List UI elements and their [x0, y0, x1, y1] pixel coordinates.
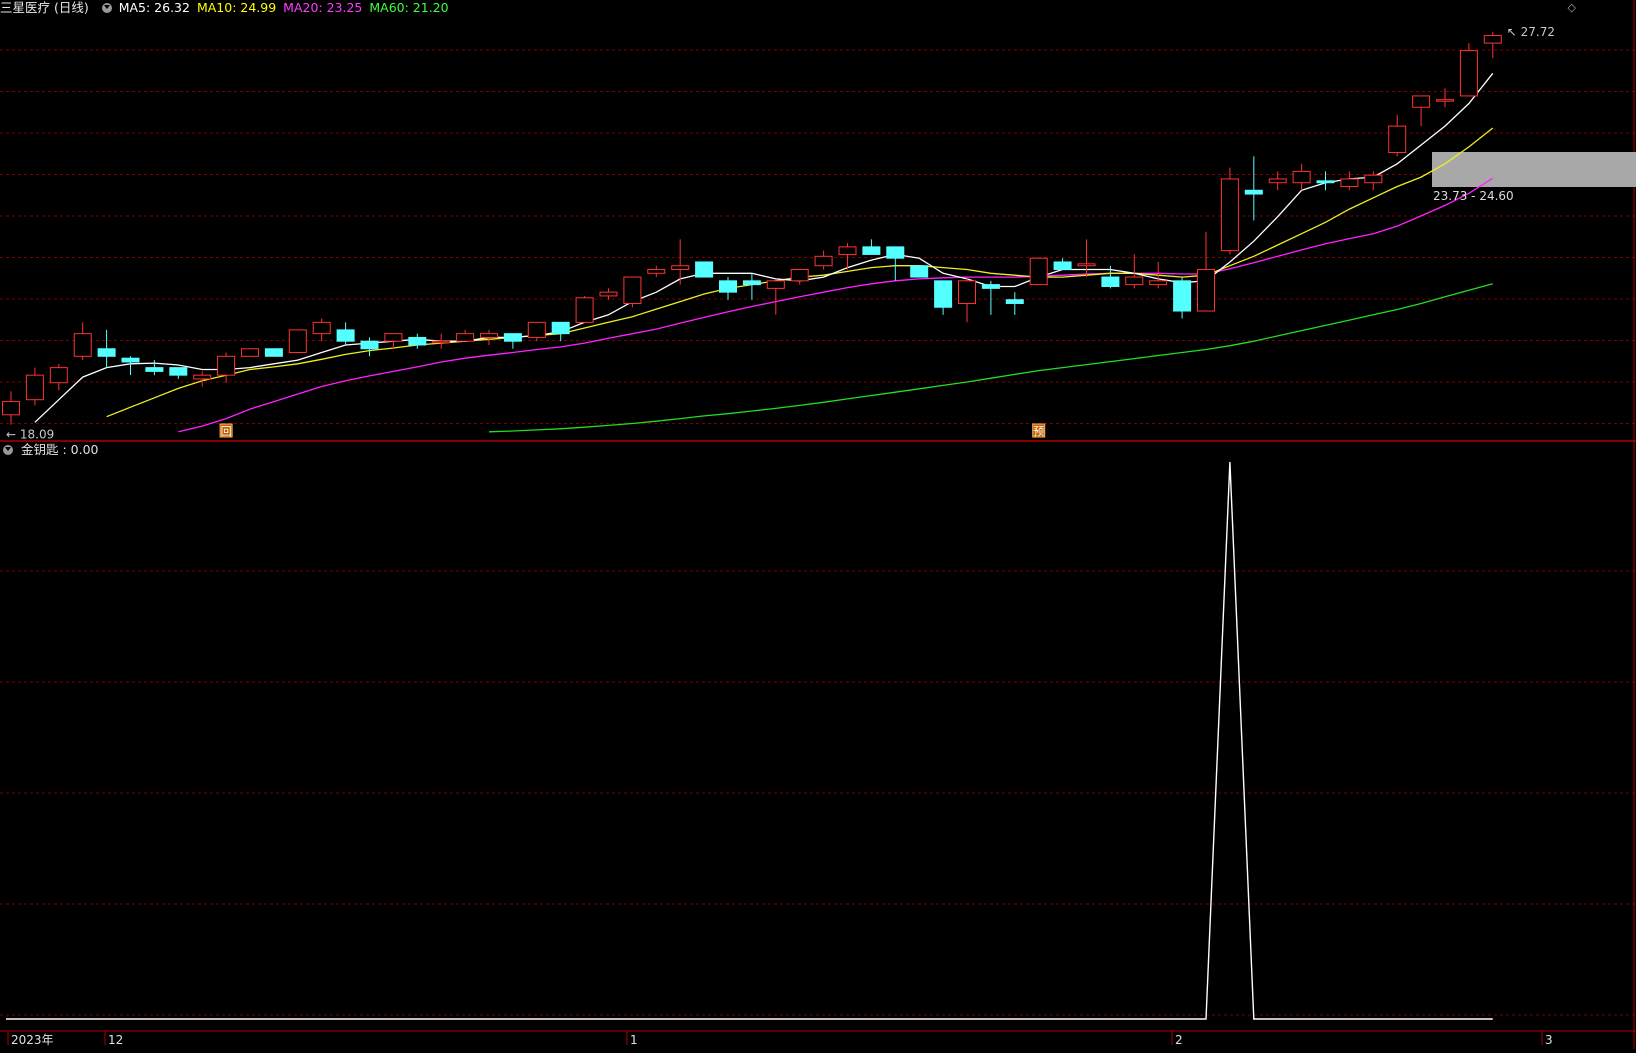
- candle-down: [981, 284, 1000, 289]
- candle-up: [49, 367, 68, 384]
- candle-down: [862, 246, 881, 255]
- ma10-legend: MA10: 24.99: [196, 0, 277, 15]
- ma-settings-icon[interactable]: [101, 3, 112, 13]
- candle-up: [671, 265, 690, 271]
- candle-up: [958, 280, 976, 304]
- diamond-icon[interactable]: ◇: [1568, 1, 1576, 14]
- ma5-line: [34, 72, 1494, 423]
- x-label-dec: 12: [108, 1033, 123, 1047]
- candle-up: [288, 329, 307, 354]
- main-chart-header: 三星医疗 (日线) MA5: 26.32 MA10: 24.99 MA20: 2…: [0, 0, 452, 16]
- stock-title[interactable]: 三星医疗 (日线): [0, 0, 89, 15]
- candle-down: [503, 333, 522, 342]
- indicator-settings-icon[interactable]: [3, 445, 13, 455]
- candle-up: [575, 297, 594, 323]
- candle-down: [695, 261, 714, 278]
- indicator-line: [6, 461, 1493, 1020]
- candle-up: [1197, 269, 1215, 312]
- price-zone-band: [1432, 152, 1636, 187]
- candle-down: [145, 367, 164, 372]
- candle-down: [1244, 189, 1263, 195]
- candle-up: [73, 333, 92, 357]
- candle-down: [886, 246, 905, 259]
- candle-down: [169, 367, 188, 376]
- candle-up: [1268, 178, 1287, 184]
- candle-up: [790, 269, 809, 282]
- candle-up: [1149, 280, 1168, 286]
- candle-up: [1412, 95, 1431, 108]
- candle-up: [647, 269, 666, 274]
- candle-up: [1220, 178, 1239, 252]
- chart-canvas[interactable]: ↖ 27.72← 18.0923.73 - 24.60回 预2023年 12 1 2 3: [0, 0, 1636, 1049]
- ma5-legend: MA5: 26.32: [118, 0, 190, 15]
- candle-down: [551, 321, 570, 335]
- candle-up: [480, 333, 498, 338]
- candle-up: [432, 340, 451, 344]
- candle-up: [527, 321, 546, 338]
- candle-down: [1173, 280, 1192, 312]
- candle-up: [217, 355, 236, 376]
- candle-up: [1125, 276, 1144, 286]
- candle-up: [25, 374, 44, 401]
- candle-down: [264, 348, 283, 357]
- x-label-2023: 2023年: [11, 1033, 54, 1047]
- low-price-label: ← 18.09: [6, 428, 54, 442]
- x-label-jan: 1: [630, 1033, 638, 1047]
- candle-up: [814, 255, 833, 267]
- high-price-label: ↖ 27.72: [1507, 25, 1555, 39]
- zone-range-label: 23.73 - 24.60: [1433, 189, 1514, 203]
- candle-down: [934, 280, 953, 308]
- marker-hui[interactable]: 回: [221, 425, 232, 438]
- candle-down: [1316, 180, 1335, 184]
- candle-down: [1053, 261, 1072, 271]
- candle-up: [241, 348, 259, 357]
- candle-down: [1005, 299, 1024, 304]
- candle-up: [456, 333, 475, 342]
- candle-up: [599, 291, 618, 297]
- x-label-feb: 2: [1175, 1033, 1183, 1047]
- candle-down: [336, 329, 355, 342]
- candle-down: [719, 280, 737, 293]
- candle-up: [1388, 125, 1407, 154]
- candle-up: [1292, 170, 1311, 184]
- candle-down: [910, 265, 929, 278]
- candle-up: [838, 246, 857, 255]
- candle-down: [360, 340, 379, 350]
- ma60-legend: MA60: 21.20: [369, 0, 449, 15]
- candle-up: [1483, 35, 1502, 44]
- indicator-label: 金钥匙 : 0.00: [20, 442, 99, 457]
- candle-down: [408, 336, 427, 346]
- candle-up: [1364, 174, 1383, 184]
- candle-up: [384, 333, 403, 342]
- candle-up: [1077, 263, 1096, 267]
- candle-up: [1459, 50, 1478, 97]
- candle-up: [2, 401, 20, 416]
- candle-up: [766, 280, 785, 289]
- stock-chart[interactable]: ↖ 27.72 ← 18.09 23.73 - 24.60 回预 2023年 12 1 2 3: [0, 0, 1636, 1049]
- candle-down: [121, 357, 140, 363]
- candle-up: [623, 276, 642, 304]
- marker-yu[interactable]: 预: [1033, 425, 1044, 438]
- candle-down: [97, 348, 116, 357]
- candle-up: [1340, 178, 1359, 187]
- ma20-legend: MA20: 23.25: [283, 0, 363, 15]
- candle-up: [193, 374, 212, 380]
- indicator-header: 金钥匙 : 0.00: [0, 442, 98, 458]
- candle-up: [312, 321, 331, 335]
- x-label-mar: 3: [1545, 1033, 1553, 1047]
- candle-down: [742, 280, 761, 286]
- candle-up: [1029, 257, 1048, 286]
- candle-down: [1101, 276, 1120, 287]
- candle-up: [1436, 99, 1454, 102]
